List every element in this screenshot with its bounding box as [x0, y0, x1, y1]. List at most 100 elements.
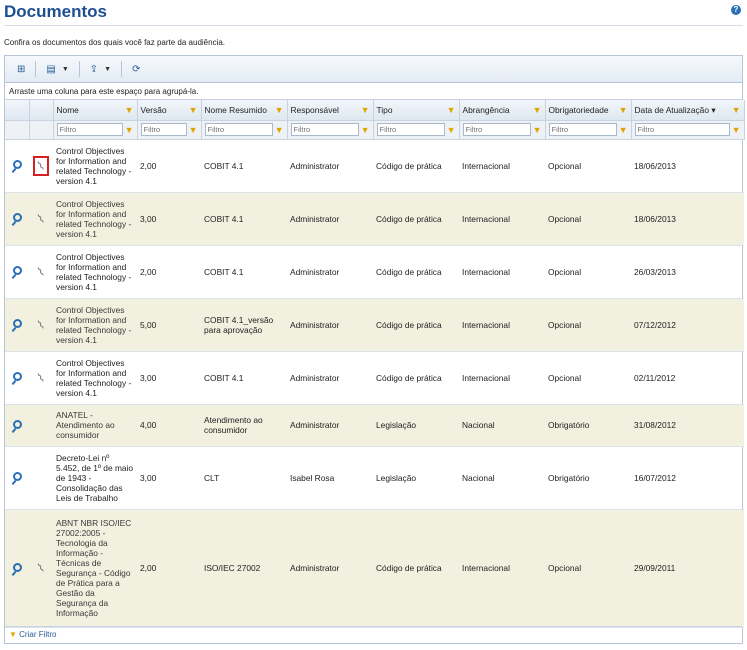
cell-owner: Administrator: [287, 245, 373, 299]
view-details-icon[interactable]: [12, 419, 22, 429]
view-details-icon[interactable]: [12, 160, 22, 169]
view-details-icon[interactable]: [12, 266, 22, 275]
filter-input[interactable]: [204, 123, 273, 136]
table-row[interactable]: ⌇ Control Objectives for Information and…: [5, 245, 744, 299]
filter-icon[interactable]: ▼: [447, 125, 456, 135]
cell-short-name: COBIT 4.1_versão para aprovação: [201, 298, 287, 352]
cell-owner: Administrator: [287, 139, 373, 193]
column-header[interactable]: Abrangência ▼: [459, 100, 546, 121]
documents-table: Nome ▼ Versão ▼ Nome Resumido ▼ Responsável…: [5, 100, 745, 628]
filter-icon[interactable]: ▼: [619, 105, 628, 115]
table-row[interactable]: ⌇ Control Objectives for Information and…: [5, 298, 744, 352]
view-cell: [5, 192, 29, 246]
filter-icon: ▼: [9, 630, 17, 639]
paperclip-icon[interactable]: ⌇: [35, 211, 47, 226]
cell-version: 3,00: [137, 446, 201, 510]
view-details-icon[interactable]: [12, 562, 22, 572]
header-view: [5, 100, 30, 121]
paperclip-icon[interactable]: ⌇: [35, 158, 47, 173]
cell-short-name: CLT: [201, 446, 287, 510]
filter-icon[interactable]: ▼: [275, 125, 284, 135]
attachment-cell: ⌇: [29, 192, 53, 246]
column-label: Data de Atualização ▾: [634, 104, 716, 115]
filter-icon[interactable]: ▼: [361, 105, 370, 115]
help-icon[interactable]: ?: [731, 5, 741, 15]
paperclip-icon[interactable]: ⌇: [35, 317, 47, 332]
view-details-icon[interactable]: [12, 472, 22, 481]
column-header[interactable]: Responsável ▼: [287, 100, 374, 121]
column-label: Tipo: [376, 104, 393, 115]
chevron-down-icon: ▼: [104, 65, 112, 73]
view-details-icon[interactable]: [12, 213, 22, 222]
filter-input[interactable]: [290, 123, 359, 136]
cell-mandatory: Opcional: [545, 192, 631, 246]
filter-icon[interactable]: ▼: [125, 105, 134, 115]
filter-icon[interactable]: ▼: [125, 125, 134, 135]
filter-input[interactable]: [376, 123, 445, 136]
cell-name: Control Objectives for Information and r…: [53, 351, 137, 405]
paperclip-icon[interactable]: ⌇: [35, 370, 47, 385]
cell-short-name: Atendimento ao consumidor: [201, 404, 287, 447]
header-row: Nome ▼ Versão ▼ Nome Resumido ▼ Responsável…: [5, 100, 745, 121]
export-button[interactable]: ⇪ ▼: [84, 60, 117, 78]
filter-icon[interactable]: ▼: [447, 105, 456, 115]
column-header[interactable]: Nome ▼: [53, 100, 138, 121]
view-details-icon[interactable]: [12, 319, 22, 328]
filter-icon[interactable]: ▼: [732, 125, 741, 135]
column-header[interactable]: Obrigatoriedade ▼: [545, 100, 632, 121]
cell-type: Código de prática: [373, 245, 459, 299]
filter-cell: ▼: [287, 120, 374, 140]
cell-scope: Nacional: [459, 404, 545, 447]
view-details-icon[interactable]: [12, 372, 22, 381]
page-title: Documentos: [4, 2, 107, 21]
table-row[interactable]: ⌇ ABNT NBR ISO/IEC 27002:2005 - Tecnolog…: [5, 509, 744, 628]
columns-button[interactable]: ▤ ▼: [40, 60, 74, 78]
filter-icon[interactable]: ▼: [619, 125, 628, 135]
cell-date: 18/06/2013: [631, 139, 744, 193]
cell-short-name: ISO/IEC 27002: [201, 509, 287, 628]
date-filter-select[interactable]: [634, 123, 730, 136]
filter-icon[interactable]: ▼: [189, 105, 198, 115]
column-header[interactable]: Versão ▼: [137, 100, 202, 121]
table-row[interactable]: ⌇ Control Objectives for Information and…: [5, 351, 744, 405]
filter-input[interactable]: [548, 123, 617, 136]
filter-icon[interactable]: ▼: [361, 125, 370, 135]
hierarchy-button[interactable]: ⊞: [11, 60, 31, 78]
refresh-button[interactable]: ⟳: [126, 60, 146, 78]
view-cell: [5, 509, 29, 628]
create-filter-link[interactable]: Criar Filtro: [19, 630, 56, 639]
view-cell: [5, 351, 29, 405]
table-row[interactable]: ⌇ Control Objectives for Information and…: [5, 139, 744, 193]
cell-date: 31/08/2012: [631, 404, 744, 447]
filter-cell: ▼: [545, 120, 632, 140]
column-label: Obrigatoriedade: [548, 104, 609, 115]
toolbar-separator: [78, 61, 80, 77]
filter-input[interactable]: [56, 123, 123, 136]
cell-name: Control Objectives for Information and r…: [53, 192, 137, 246]
filter-icon[interactable]: ▼: [732, 105, 741, 115]
column-header[interactable]: Data de Atualização ▾ ▼: [631, 100, 745, 121]
filter-icon[interactable]: ▼: [533, 125, 542, 135]
attachment-cell: ⌇: [29, 351, 53, 405]
cell-version: 3,00: [137, 351, 201, 405]
cell-owner: Isabel Rosa: [287, 446, 373, 510]
filter-icon[interactable]: ▼: [275, 105, 284, 115]
column-header[interactable]: Tipo ▼: [373, 100, 460, 121]
table-row[interactable]: Decreto-Lei nº 5.452, de 1º de maio de 1…: [5, 446, 744, 510]
filter-icon[interactable]: ▼: [189, 125, 198, 135]
table-row[interactable]: ⌇ Control Objectives for Information and…: [5, 192, 744, 246]
column-header[interactable]: Nome Resumido ▼: [201, 100, 288, 121]
filter-input[interactable]: [462, 123, 531, 136]
paperclip-icon[interactable]: ⌇: [35, 560, 47, 575]
cell-mandatory: Obrigatório: [545, 446, 631, 510]
cell-mandatory: Opcional: [545, 351, 631, 405]
paperclip-icon[interactable]: ⌇: [35, 264, 47, 279]
table-row[interactable]: ANATEL - Atendimento ao consumidor 4,00 …: [5, 404, 744, 447]
filter-cell: ▼: [137, 120, 202, 140]
refresh-icon: ⟳: [132, 63, 141, 75]
cell-name: Decreto-Lei nº 5.452, de 1º de maio de 1…: [53, 446, 137, 510]
filter-input[interactable]: [140, 123, 187, 136]
filter-icon[interactable]: ▼: [533, 105, 542, 115]
group-drop-zone[interactable]: Arraste uma coluna para este espaço para…: [5, 83, 742, 100]
cell-scope: Internacional: [459, 245, 545, 299]
